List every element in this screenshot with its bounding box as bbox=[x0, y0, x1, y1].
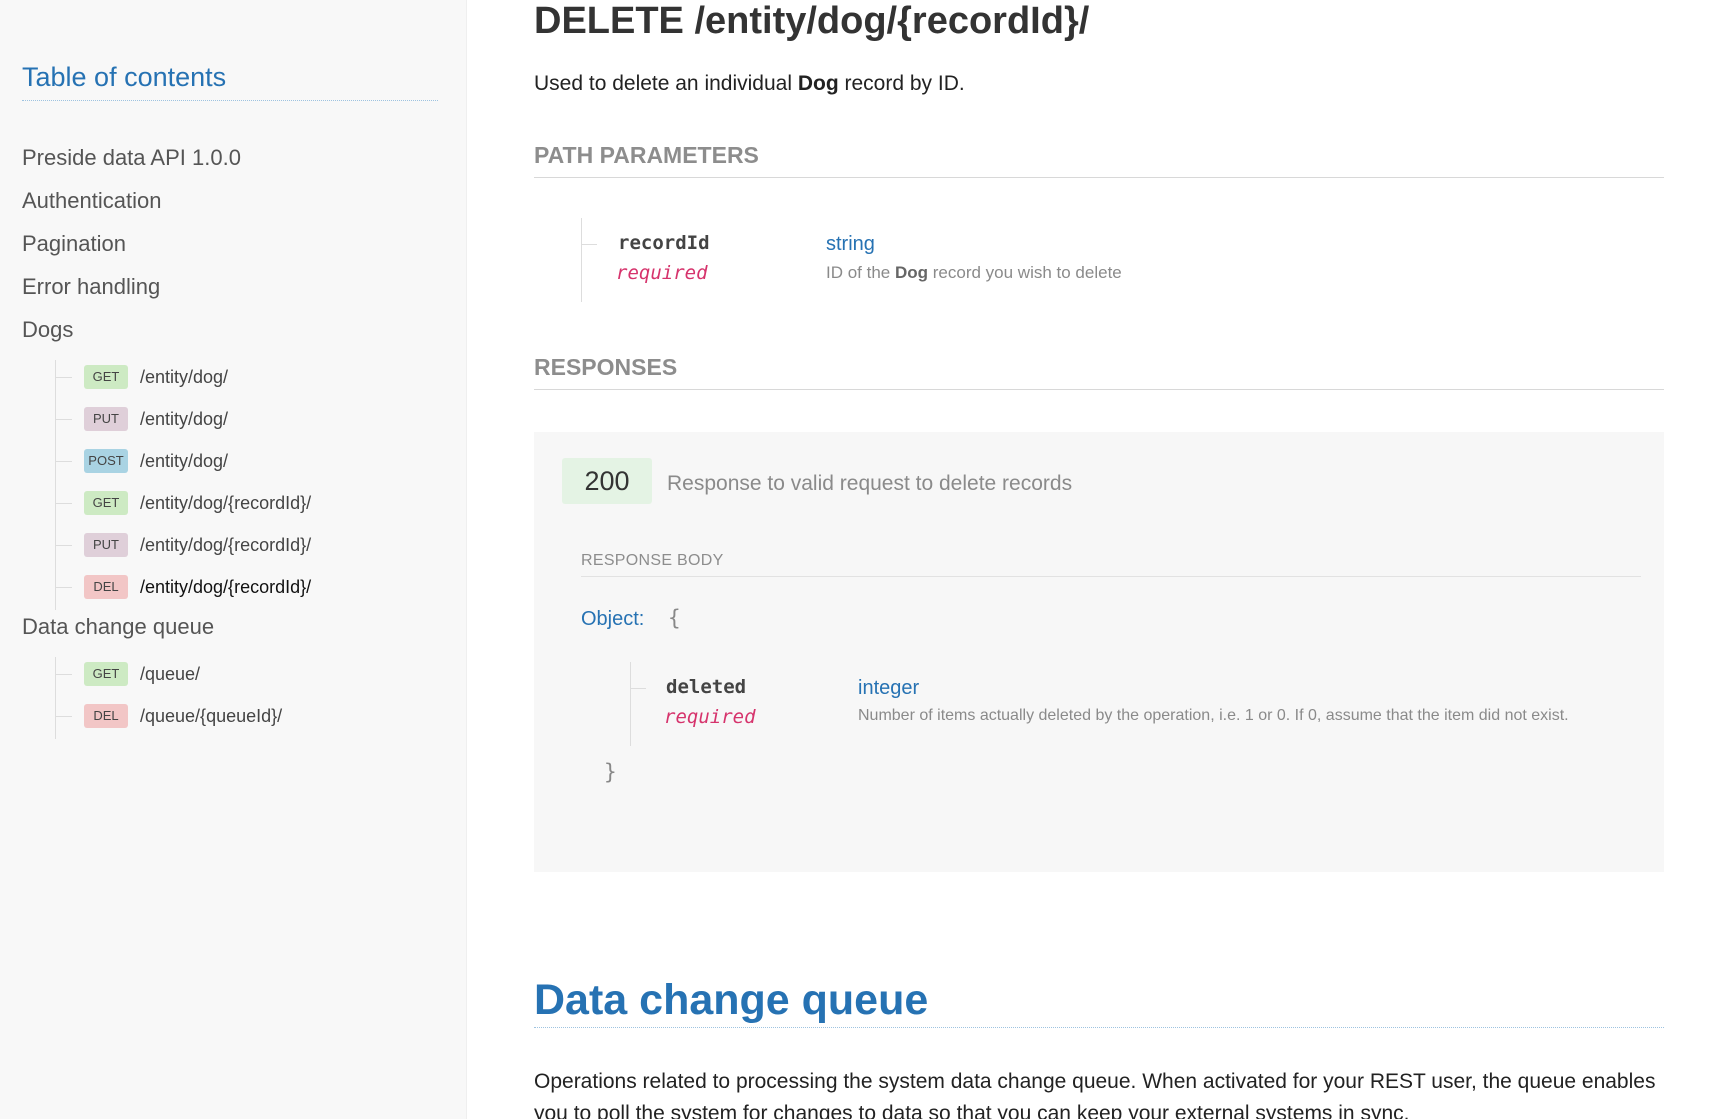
method-badge-post: POST bbox=[84, 449, 128, 473]
tree-tick bbox=[55, 673, 72, 675]
field-description: Number of items actually deleted by the … bbox=[858, 707, 1569, 724]
sidebar-item-data-change-queue[interactable]: Data change queue bbox=[22, 613, 214, 641]
endpoint-description: Used to delete an individual Dog record … bbox=[534, 72, 965, 96]
sidebar-endpoint-put-dog-record[interactable]: PUT /entity/dog/{recordId}/ bbox=[55, 530, 311, 560]
desc-text: Used to delete an individual bbox=[534, 72, 798, 95]
tree-tick bbox=[55, 376, 72, 378]
tree-tick bbox=[55, 715, 72, 717]
toc-divider bbox=[22, 100, 438, 101]
param-tree-line bbox=[581, 218, 582, 302]
endpoint-path: /queue/{queueId}/ bbox=[140, 705, 283, 726]
endpoint-path: /entity/dog/ bbox=[140, 408, 229, 429]
method-badge-put: PUT bbox=[84, 407, 128, 431]
field-required: required bbox=[664, 706, 756, 728]
param-desc-text: ID of the bbox=[826, 263, 895, 282]
endpoint-path: /entity/dog/ bbox=[140, 366, 229, 387]
path-parameters-heading: PATH PARAMETERS bbox=[534, 142, 1664, 178]
field-name: deleted bbox=[666, 676, 747, 698]
brace-open: { bbox=[668, 606, 681, 630]
method-badge-del: DEL bbox=[84, 704, 128, 728]
sidebar-item-error-handling[interactable]: Error handling bbox=[22, 273, 160, 301]
brace-close: } bbox=[604, 760, 617, 784]
param-tree-tick bbox=[581, 244, 597, 245]
tree-tick bbox=[55, 544, 72, 546]
section-title-data-change-queue: Data change queue bbox=[534, 976, 1664, 1028]
method-badge-put: PUT bbox=[84, 533, 128, 557]
endpoint-path: /entity/dog/{recordId}/ bbox=[140, 492, 312, 513]
sidebar-endpoint-get-dogs[interactable]: GET /entity/dog/ bbox=[55, 362, 228, 392]
method-badge-del: DEL bbox=[84, 575, 128, 599]
endpoint-title: DELETE /entity/dog/{recordId}/ bbox=[534, 0, 1090, 42]
response-body-label: RESPONSE BODY bbox=[581, 552, 1641, 577]
tree-tick bbox=[55, 460, 72, 462]
tree-tick bbox=[55, 502, 72, 504]
param-description: ID of the Dog record you wish to delete bbox=[826, 263, 1122, 283]
sidebar-item-authentication[interactable]: Authentication bbox=[22, 187, 161, 215]
sidebar-item-pagination[interactable]: Pagination bbox=[22, 230, 126, 258]
param-desc-text: record you wish to delete bbox=[928, 263, 1122, 282]
endpoint-path: /entity/dog/{recordId}/ bbox=[140, 576, 312, 597]
param-type: string bbox=[826, 233, 875, 255]
toc-title[interactable]: Table of contents bbox=[22, 62, 226, 93]
status-description: Response to valid request to delete reco… bbox=[667, 472, 1073, 495]
param-required: required bbox=[616, 262, 708, 284]
sidebar-endpoint-del-queue[interactable]: DEL /queue/{queueId}/ bbox=[55, 701, 282, 731]
responses-heading: RESPONSES bbox=[534, 354, 1664, 390]
endpoint-path: /queue/ bbox=[140, 663, 201, 684]
field-tree-tick bbox=[630, 688, 646, 689]
object-type-label: Object: bbox=[581, 608, 645, 630]
sidebar-endpoint-del-dog-record[interactable]: DEL /entity/dog/{recordId}/ bbox=[55, 572, 311, 602]
endpoint-path: /entity/dog/{recordId}/ bbox=[140, 534, 312, 555]
status-code-badge: 200 bbox=[562, 458, 652, 504]
section-description: Operations related to processing the sys… bbox=[534, 1070, 1656, 1119]
sidebar-endpoint-get-queue[interactable]: GET /queue/ bbox=[55, 659, 200, 689]
sidebar: Table of contents Preside data API 1.0.0… bbox=[0, 0, 467, 1119]
desc-entity: Dog bbox=[797, 72, 839, 95]
param-name: recordId bbox=[618, 232, 710, 254]
tree-tick bbox=[55, 586, 72, 588]
tree-tick bbox=[55, 418, 72, 420]
field-type: integer bbox=[858, 677, 920, 699]
sidebar-endpoint-get-dog-record[interactable]: GET /entity/dog/{recordId}/ bbox=[55, 488, 311, 518]
param-desc-entity: Dog bbox=[894, 263, 929, 282]
sidebar-endpoint-put-dogs[interactable]: PUT /entity/dog/ bbox=[55, 404, 228, 434]
sidebar-item-dogs[interactable]: Dogs bbox=[22, 316, 73, 344]
sidebar-item-preside-data-api[interactable]: Preside data API 1.0.0 bbox=[22, 144, 241, 172]
field-tree-line bbox=[630, 662, 631, 746]
method-badge-get: GET bbox=[84, 491, 128, 515]
method-badge-get: GET bbox=[84, 365, 128, 389]
desc-text: record by ID. bbox=[838, 72, 965, 95]
response-panel: 200 Response to valid request to delete … bbox=[534, 432, 1664, 872]
endpoint-path: /entity/dog/ bbox=[140, 450, 229, 471]
sidebar-endpoint-post-dogs[interactable]: POST /entity/dog/ bbox=[55, 446, 228, 476]
method-badge-get: GET bbox=[84, 662, 128, 686]
